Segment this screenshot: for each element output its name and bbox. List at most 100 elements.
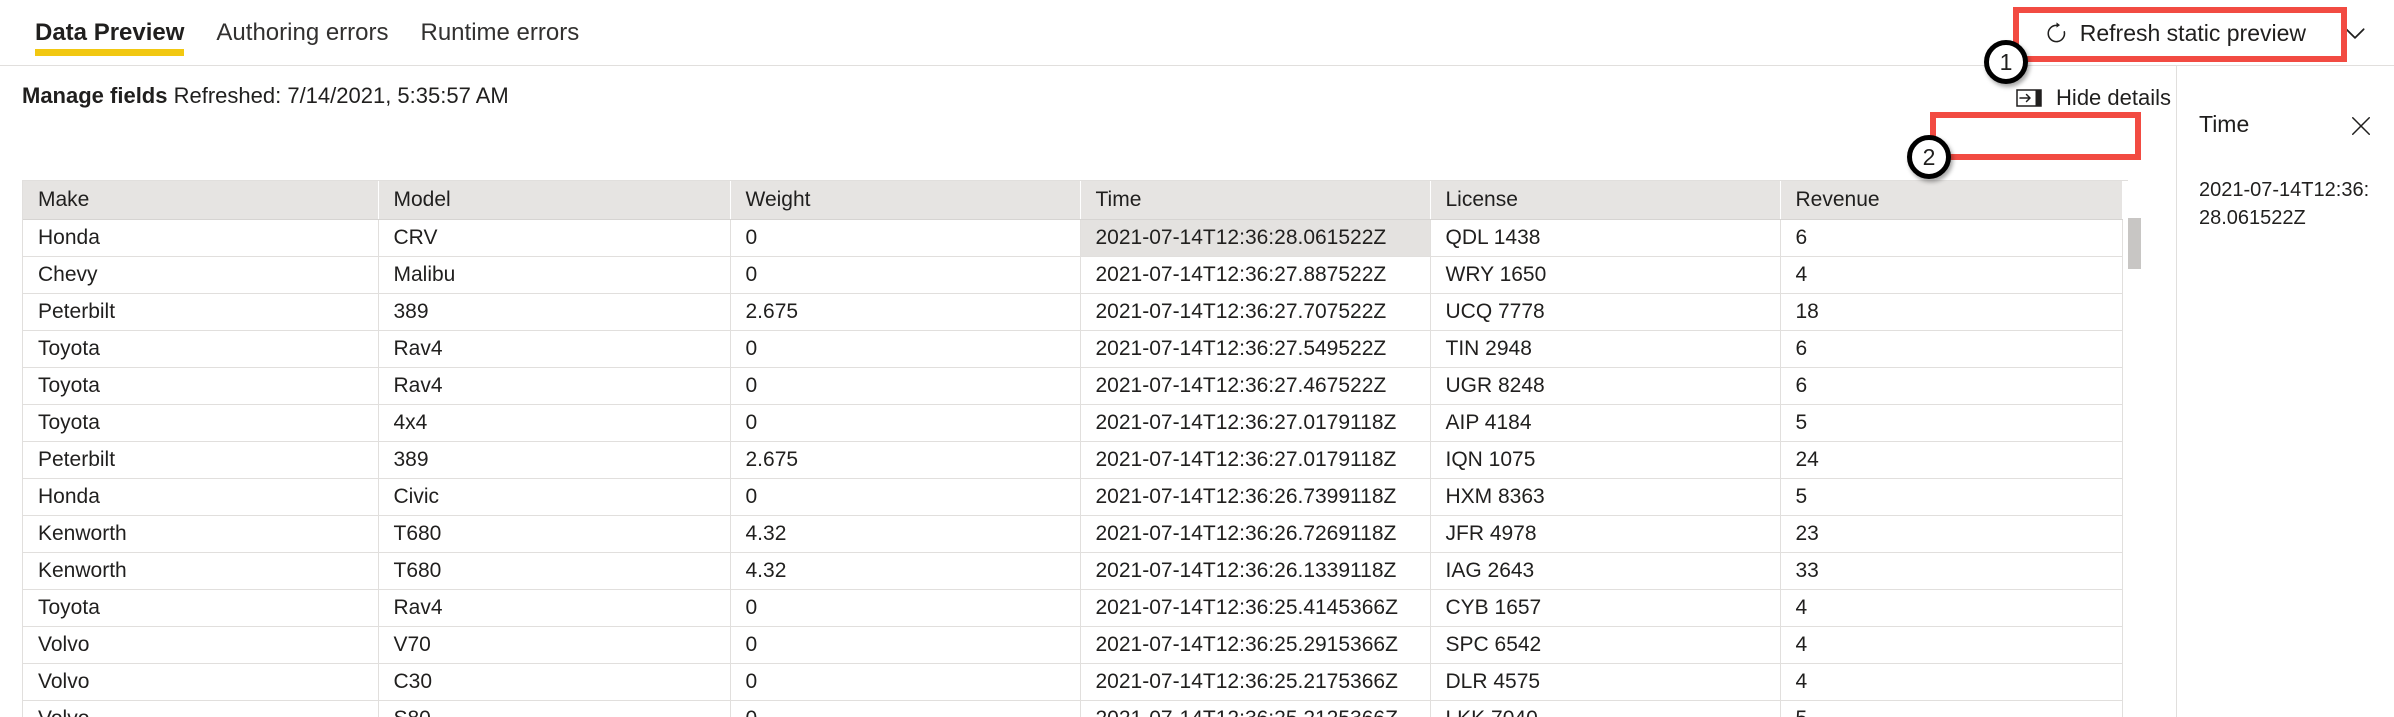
- cell-make[interactable]: Volvo: [23, 700, 379, 717]
- tab-data-preview[interactable]: Data Preview: [28, 0, 200, 66]
- cell-revenue[interactable]: 5: [1780, 478, 2123, 516]
- cell-license[interactable]: IQN 1075: [1430, 441, 1781, 479]
- cell-model[interactable]: Civic: [378, 478, 731, 516]
- refresh-static-preview-button[interactable]: Refresh static preview: [2027, 11, 2322, 55]
- cell-weight[interactable]: 0: [730, 219, 1081, 257]
- cell-weight[interactable]: 0: [730, 404, 1081, 442]
- table-row[interactable]: Toyota 4x4 0 2021-07-14T12:36:27.0179118Z AI…: [23, 404, 2123, 442]
- cell-time[interactable]: 2021-07-14T12:36:26.7399118Z: [1080, 478, 1431, 516]
- cell-license[interactable]: HXM 8363: [1430, 478, 1781, 516]
- cell-revenue[interactable]: 6: [1780, 367, 2123, 405]
- cell-license[interactable]: UGR 8248: [1430, 367, 1781, 405]
- column-header-revenue[interactable]: Revenue: [1780, 181, 2123, 220]
- column-header-license[interactable]: License: [1430, 181, 1781, 220]
- cell-model[interactable]: CRV: [378, 219, 731, 257]
- cell-license[interactable]: QDL 1438: [1430, 219, 1781, 257]
- cell-model[interactable]: 389: [378, 441, 731, 479]
- cell-model[interactable]: V70: [378, 626, 731, 664]
- table-row[interactable]: Kenworth T680 4.32 2021-07-14T12:36:26.1339…: [23, 552, 2123, 590]
- cell-license[interactable]: DLR 4575: [1430, 663, 1781, 701]
- cell-revenue[interactable]: 5: [1780, 700, 2123, 717]
- column-header-model[interactable]: Model: [378, 181, 731, 220]
- cell-make[interactable]: Honda: [23, 219, 379, 257]
- cell-make[interactable]: Toyota: [23, 404, 379, 442]
- cell-revenue[interactable]: 33: [1780, 552, 2123, 590]
- cell-time[interactable]: 2021-07-14T12:36:25.2915366Z: [1080, 626, 1431, 664]
- table-row[interactable]: Toyota Rav4 0 2021-07-14T12:36:27.467522Z UG…: [23, 367, 2123, 405]
- cell-time[interactable]: 2021-07-14T12:36:28.061522Z: [1080, 219, 1431, 257]
- table-row[interactable]: Toyota Rav4 0 2021-07-14T12:36:25.4145366Z C…: [23, 589, 2123, 627]
- cell-time[interactable]: 2021-07-14T12:36:27.549522Z: [1080, 330, 1431, 368]
- table-row[interactable]: Honda Civic 0 2021-07-14T12:36:26.7399118Z H…: [23, 478, 2123, 516]
- cell-revenue[interactable]: 23: [1780, 515, 2123, 553]
- cell-time[interactable]: 2021-07-14T12:36:27.0179118Z: [1080, 404, 1431, 442]
- refresh-options-chevron-button[interactable]: [2336, 14, 2374, 52]
- cell-model[interactable]: 389: [378, 293, 731, 331]
- cell-weight[interactable]: 2.675: [730, 441, 1081, 479]
- table-row[interactable]: Kenworth T680 4.32 2021-07-14T12:36:26.7269…: [23, 515, 2123, 553]
- cell-weight[interactable]: 4.32: [730, 552, 1081, 590]
- table-row[interactable]: Peterbilt 389 2.675 2021-07-14T12:36:27.707…: [23, 293, 2123, 331]
- cell-model[interactable]: Rav4: [378, 330, 731, 368]
- cell-license[interactable]: LKK 7040: [1430, 700, 1781, 717]
- cell-revenue[interactable]: 5: [1780, 404, 2123, 442]
- cell-license[interactable]: AIP 4184: [1430, 404, 1781, 442]
- tab-authoring-errors[interactable]: Authoring errors: [200, 0, 404, 66]
- cell-make[interactable]: Chevy: [23, 256, 379, 294]
- cell-revenue[interactable]: 18: [1780, 293, 2123, 331]
- table-scrollbar-thumb[interactable]: [2128, 218, 2141, 269]
- cell-model[interactable]: Malibu: [378, 256, 731, 294]
- table-row[interactable]: Volvo V70 0 2021-07-14T12:36:25.2915366Z SPC…: [23, 626, 2123, 664]
- cell-make[interactable]: Peterbilt: [23, 441, 379, 479]
- cell-revenue[interactable]: 4: [1780, 663, 2123, 701]
- cell-time[interactable]: 2021-07-14T12:36:26.1339118Z: [1080, 552, 1431, 590]
- cell-time[interactable]: 2021-07-14T12:36:27.887522Z: [1080, 256, 1431, 294]
- cell-weight[interactable]: 4.32: [730, 515, 1081, 553]
- cell-time[interactable]: 2021-07-14T12:36:27.467522Z: [1080, 367, 1431, 405]
- cell-weight[interactable]: 0: [730, 330, 1081, 368]
- cell-time[interactable]: 2021-07-14T12:36:25.2125366Z: [1080, 700, 1431, 717]
- cell-make[interactable]: Toyota: [23, 367, 379, 405]
- hide-details-button[interactable]: Hide details: [1998, 77, 2189, 119]
- table-row[interactable]: Toyota Rav4 0 2021-07-14T12:36:27.549522Z TI…: [23, 330, 2123, 368]
- cell-license[interactable]: UCQ 7778: [1430, 293, 1781, 331]
- cell-time[interactable]: 2021-07-14T12:36:25.2175366Z: [1080, 663, 1431, 701]
- cell-make[interactable]: Honda: [23, 478, 379, 516]
- cell-model[interactable]: 4x4: [378, 404, 731, 442]
- column-header-time[interactable]: Time: [1080, 181, 1431, 220]
- table-row[interactable]: Volvo C30 0 2021-07-14T12:36:25.2175366Z DLR…: [23, 663, 2123, 701]
- cell-license[interactable]: SPC 6542: [1430, 626, 1781, 664]
- cell-time[interactable]: 2021-07-14T12:36:27.0179118Z: [1080, 441, 1431, 479]
- cell-time[interactable]: 2021-07-14T12:36:27.707522Z: [1080, 293, 1431, 331]
- cell-model[interactable]: T680: [378, 552, 731, 590]
- table-row[interactable]: Honda CRV 0 2021-07-14T12:36:28.061522Z QDL …: [23, 219, 2123, 257]
- cell-model[interactable]: C30: [378, 663, 731, 701]
- column-header-make[interactable]: Make: [23, 181, 379, 220]
- cell-time[interactable]: 2021-07-14T12:36:25.4145366Z: [1080, 589, 1431, 627]
- cell-license[interactable]: JFR 4978: [1430, 515, 1781, 553]
- cell-license[interactable]: CYB 1657: [1430, 589, 1781, 627]
- tab-runtime-errors[interactable]: Runtime errors: [405, 0, 596, 66]
- cell-revenue[interactable]: 4: [1780, 256, 2123, 294]
- cell-make[interactable]: Kenworth: [23, 552, 379, 590]
- cell-weight[interactable]: 0: [730, 663, 1081, 701]
- cell-make[interactable]: Kenworth: [23, 515, 379, 553]
- cell-revenue[interactable]: 24: [1780, 441, 2123, 479]
- cell-make[interactable]: Toyota: [23, 589, 379, 627]
- detail-panel-close-button[interactable]: [2346, 111, 2376, 141]
- cell-revenue[interactable]: 4: [1780, 589, 2123, 627]
- cell-weight[interactable]: 0: [730, 589, 1081, 627]
- cell-model[interactable]: Rav4: [378, 367, 731, 405]
- cell-weight[interactable]: 2.675: [730, 293, 1081, 331]
- cell-time[interactable]: 2021-07-14T12:36:26.7269118Z: [1080, 515, 1431, 553]
- cell-revenue[interactable]: 6: [1780, 330, 2123, 368]
- table-row[interactable]: Chevy Malibu 0 2021-07-14T12:36:27.887522Z W…: [23, 256, 2123, 294]
- cell-weight[interactable]: 0: [730, 478, 1081, 516]
- cell-license[interactable]: TIN 2948: [1430, 330, 1781, 368]
- cell-model[interactable]: T680: [378, 515, 731, 553]
- cell-weight[interactable]: 0: [730, 256, 1081, 294]
- cell-revenue[interactable]: 6: [1780, 219, 2123, 257]
- cell-license[interactable]: WRY 1650: [1430, 256, 1781, 294]
- column-header-weight[interactable]: Weight: [730, 181, 1081, 220]
- cell-weight[interactable]: 0: [730, 626, 1081, 664]
